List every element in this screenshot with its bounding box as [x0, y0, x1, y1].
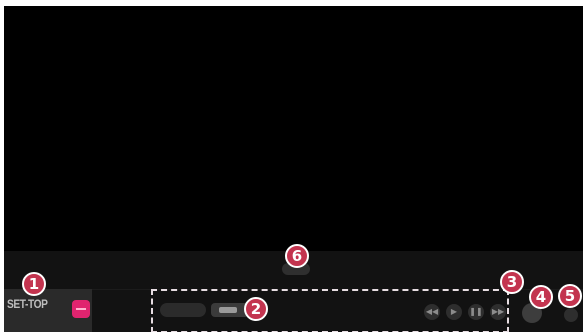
rewind-icon: ◀◀ [425, 307, 439, 316]
option-text-placeholder [219, 307, 237, 313]
pause-icon: ❚❚ [469, 307, 483, 316]
rewind-button[interactable]: ◀◀ [424, 304, 440, 320]
callout-badge-6: 6 [285, 244, 309, 268]
callout-badge-2: 2 [244, 297, 268, 321]
fast-forward-icon: ▶▶ [491, 307, 505, 316]
pause-button[interactable]: ❚❚ [468, 304, 484, 320]
fast-forward-button[interactable]: ▶▶ [490, 304, 506, 320]
option-button-1[interactable] [160, 303, 206, 317]
tv-screen: SET-TOP ◀◀ ▶ ❚❚ ▶▶ [4, 6, 583, 332]
callout-badge-4: 4 [529, 285, 553, 309]
input-toggle-button[interactable] [72, 300, 90, 318]
input-source-label: SET-TOP [7, 297, 48, 311]
callout-badge-1: 1 [22, 272, 46, 296]
callout-badge-5: 5 [558, 284, 582, 308]
play-button[interactable]: ▶ [446, 304, 462, 320]
play-icon: ▶ [450, 307, 458, 316]
callout-badge-3: 3 [500, 270, 524, 294]
more-button[interactable] [564, 308, 578, 322]
